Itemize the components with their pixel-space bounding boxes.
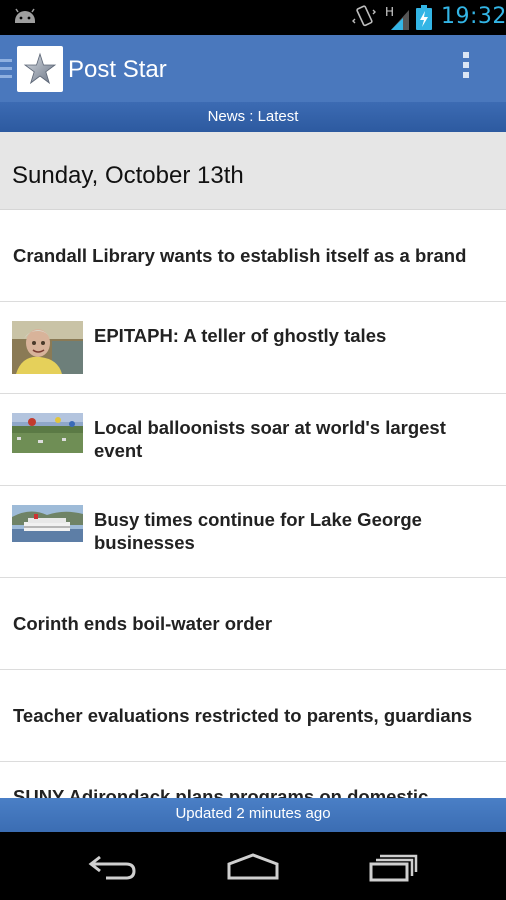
star-logo-icon[interactable] xyxy=(17,46,63,92)
navigation-bar xyxy=(0,832,506,900)
news-item[interactable]: EPITAPH: A teller of ghostly tales xyxy=(0,302,506,394)
news-item[interactable]: Busy times continue for Lake George busi… xyxy=(0,486,506,578)
svg-text:H: H xyxy=(385,5,394,19)
news-feed[interactable]: Sunday, October 13th Crandall Library wa… xyxy=(0,132,506,798)
signal-icon: H xyxy=(385,5,409,30)
news-headline: Local balloonists soar at world's larges… xyxy=(94,417,446,461)
person-photo-thumbnail xyxy=(12,321,83,374)
back-icon[interactable] xyxy=(88,852,138,882)
overflow-menu-icon[interactable] xyxy=(455,52,477,86)
news-headline: SUNY Adirondack plans programs on domest… xyxy=(13,786,429,798)
drawer-indicator-icon[interactable] xyxy=(0,59,14,79)
news-headline: Crandall Library wants to establish itse… xyxy=(13,245,467,266)
news-list: Crandall Library wants to establish itse… xyxy=(0,210,506,798)
news-item[interactable]: Corinth ends boil-water order xyxy=(0,578,506,670)
android-icon xyxy=(15,8,35,23)
news-item[interactable]: Teacher evaluations restricted to parent… xyxy=(0,670,506,762)
vibrate-icon xyxy=(352,5,376,27)
home-icon[interactable] xyxy=(226,852,280,882)
updated-status: Updated 2 minutes ago xyxy=(0,798,506,832)
news-headline: Corinth ends boil-water order xyxy=(13,613,273,634)
app-title: Post Star xyxy=(68,56,167,83)
recent-apps-icon[interactable] xyxy=(368,852,420,882)
status-clock: 19:32 xyxy=(441,4,506,29)
steamboat-photo-thumbnail xyxy=(12,505,83,542)
section-label: News : Latest xyxy=(0,102,506,132)
news-headline: Teacher evaluations restricted to parent… xyxy=(13,705,473,726)
news-item[interactable]: Crandall Library wants to establish itse… xyxy=(0,210,506,302)
news-item[interactable]: Local balloonists soar at world's larges… xyxy=(0,394,506,486)
date-header: Sunday, October 13th xyxy=(0,132,506,210)
news-headline: Busy times continue for Lake George busi… xyxy=(94,509,422,553)
status-bar: H 19:32 xyxy=(0,0,506,35)
news-item[interactable]: SUNY Adirondack plans programs on domest… xyxy=(0,762,506,798)
news-headline: EPITAPH: A teller of ghostly tales xyxy=(94,325,387,346)
balloon-field-photo-thumbnail xyxy=(12,413,83,453)
battery-charging-icon xyxy=(416,5,432,30)
